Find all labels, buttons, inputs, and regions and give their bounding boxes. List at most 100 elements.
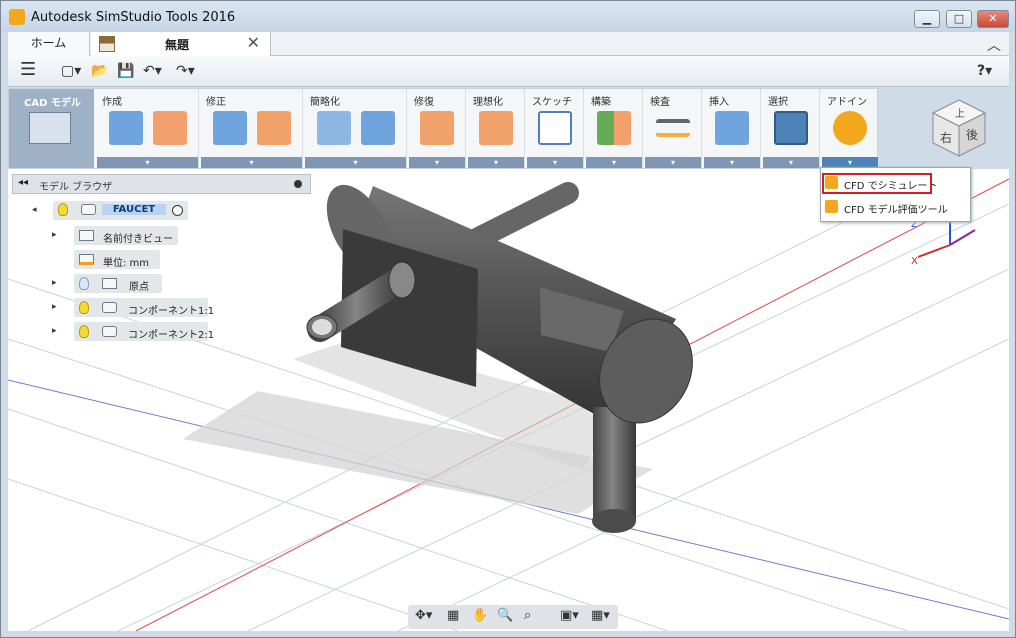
- tree-node-component-2[interactable]: コンポーネント2:1: [74, 322, 214, 341]
- insert-model-icon[interactable]: [715, 111, 749, 145]
- visibility-bulb-icon[interactable]: [79, 277, 89, 290]
- expand-arrow[interactable]: ▸: [52, 230, 57, 240]
- ribbon-section-sketch[interactable]: スケッチ ▾: [527, 89, 584, 168]
- fit-view-button[interactable]: ⌕: [524, 608, 531, 623]
- ribbon-dropdown-arrow[interactable]: ▾: [409, 157, 465, 168]
- browser-title: モデル ブラウザ: [39, 182, 113, 193]
- ribbon-dropdown-arrow[interactable]: ▾: [527, 157, 583, 168]
- ribbon-dropdown-arrow[interactable]: ▾: [645, 157, 701, 168]
- section-label: 修復: [414, 97, 434, 108]
- tree-node-faucet[interactable]: FAUCET: [53, 201, 188, 220]
- maximize-button[interactable]: □: [946, 10, 972, 28]
- undo-button[interactable]: ↶▾: [143, 63, 162, 79]
- quick-access-toolbar: ☰ ▢▾ 📂 💾 ↶▾ ↷▾ ?▾: [8, 56, 1009, 87]
- view-cube-back-label[interactable]: 後: [966, 128, 978, 142]
- remove-feature-icon[interactable]: [317, 111, 351, 145]
- visibility-bulb-icon[interactable]: [79, 325, 89, 338]
- minimize-button[interactable]: ▁: [914, 10, 940, 28]
- ribbon-dropdown-arrow[interactable]: ▾: [201, 157, 302, 168]
- root-expand-arrow[interactable]: ◂: [32, 205, 37, 215]
- expand-arrow[interactable]: ▸: [52, 278, 57, 288]
- x-axis-label: X: [911, 256, 918, 267]
- ribbon-dropdown-arrow[interactable]: ▾: [97, 157, 198, 168]
- ribbon-section-insert[interactable]: 挿入 ▾: [704, 89, 761, 168]
- orbit-button[interactable]: ✥▾: [415, 608, 432, 623]
- view-cube-graphics: 上 右 後: [931, 99, 987, 157]
- browser-pin-icon[interactable]: [294, 180, 302, 188]
- delete-body-icon[interactable]: [361, 111, 395, 145]
- section-label: 構築: [591, 97, 611, 108]
- ribbon-section-construct[interactable]: 構築 ▾: [586, 89, 643, 168]
- ribbon-section-modify[interactable]: 修正 ▾: [201, 89, 303, 168]
- section-label: アドイン: [827, 97, 867, 108]
- open-file-button[interactable]: 📂: [91, 63, 108, 79]
- tab-home[interactable]: ホーム: [8, 32, 90, 56]
- ribbon-section-create[interactable]: 作成 ▾: [97, 89, 199, 168]
- look-at-button[interactable]: ▦: [447, 608, 459, 623]
- app-logo-icon: [9, 9, 25, 25]
- browser-collapse-icon[interactable]: ◂◂: [18, 177, 28, 188]
- ribbon-section-inspect[interactable]: 検査 ▾: [645, 89, 702, 168]
- cad-model-workspace[interactable]: CAD モデル: [9, 89, 94, 168]
- ribbon-dropdown-arrow[interactable]: ▾: [305, 157, 406, 168]
- ribbon-dropdown-arrow[interactable]: ▾: [468, 157, 524, 168]
- ribbon-section-addins[interactable]: アドイン ▾: [822, 89, 878, 168]
- main-menu-button[interactable]: ☰: [20, 59, 36, 80]
- construct-plane-icon[interactable]: [597, 111, 631, 145]
- view-cube[interactable]: 上 右 後: [927, 96, 991, 160]
- document-tab-label: 無題: [165, 38, 190, 52]
- collapse-ribbon-button[interactable]: ︿: [987, 35, 1001, 55]
- save-button[interactable]: 💾: [117, 63, 134, 79]
- ribbon-dropdown-arrow[interactable]: ▾: [763, 157, 819, 168]
- model-browser-header[interactable]: ◂◂ モデル ブラウザ: [12, 174, 311, 194]
- sketch-arc-icon[interactable]: [538, 111, 572, 145]
- close-tab-button[interactable]: ✕: [247, 33, 260, 52]
- box-create-icon[interactable]: [109, 111, 143, 145]
- ribbon-dropdown-arrow[interactable]: ▾: [704, 157, 760, 168]
- ribbon-dropdown-arrow[interactable]: ▾: [586, 157, 642, 168]
- redo-button[interactable]: ↷▾: [176, 63, 195, 79]
- tree-node-label: コンポーネント1:1: [128, 306, 215, 317]
- visibility-bulb-icon[interactable]: [58, 203, 68, 216]
- measure-ruler-icon[interactable]: [656, 119, 690, 137]
- split-body-icon[interactable]: [257, 111, 291, 145]
- extrude-shape-icon[interactable]: [153, 111, 187, 145]
- tree-node-units[interactable]: 単位: mm: [74, 250, 160, 269]
- view-cube-top-label[interactable]: 上: [955, 108, 965, 120]
- tab-document[interactable]: 無題 ✕: [91, 32, 271, 56]
- tree-node-label: 原点: [129, 282, 149, 293]
- visibility-bulb-icon[interactable]: [79, 301, 89, 314]
- view-cube-right-label[interactable]: 右: [940, 130, 952, 145]
- close-window-button[interactable]: ✕: [977, 10, 1009, 28]
- tree-node-named-views[interactable]: 名前付きビュー: [74, 226, 178, 245]
- section-label: 修正: [206, 97, 226, 108]
- tree-node-label: 名前付きビュー: [103, 234, 173, 245]
- title-bar: Autodesk SimStudio Tools 2016 ▁ □ ✕: [1, 1, 1015, 32]
- expand-arrow[interactable]: ▸: [52, 326, 57, 336]
- expand-arrow[interactable]: ▸: [52, 302, 57, 312]
- ribbon-section-select[interactable]: 選択 ▾: [763, 89, 820, 168]
- press-pull-icon[interactable]: [213, 111, 247, 145]
- document-icon: [99, 36, 115, 52]
- root-component-label: FAUCET: [102, 204, 166, 215]
- cfd-addin-icon[interactable]: [833, 111, 867, 145]
- display-settings-button[interactable]: ▣▾: [560, 608, 579, 623]
- 3d-viewport[interactable]: X Z ◂◂ モデル ブラウザ ◂ FAUCET ▸ 名前付きビュー 単位: m…: [8, 169, 1009, 631]
- section-label: 選択: [768, 97, 788, 108]
- active-component-icon[interactable]: [172, 205, 183, 216]
- ribbon-section-idealize[interactable]: 理想化 ▾: [468, 89, 525, 168]
- pan-button[interactable]: ✋: [472, 608, 488, 623]
- select-cursor-icon[interactable]: [774, 111, 808, 145]
- new-file-button[interactable]: ▢▾: [61, 63, 81, 79]
- ribbon-section-simplify[interactable]: 簡略化 ▾: [305, 89, 407, 168]
- ribbon-section-repair[interactable]: 修復 ▾: [409, 89, 466, 168]
- menu-item-cfd-model-assessment[interactable]: CFD モデル評価ツール: [821, 195, 971, 219]
- help-button[interactable]: ?▾: [977, 63, 992, 79]
- menu-item-cfd-simulate[interactable]: CFD でシミュレート: [821, 171, 971, 195]
- repair-icon[interactable]: [420, 111, 454, 145]
- idealize-surface-icon[interactable]: [479, 111, 513, 145]
- zoom-button[interactable]: 🔍: [497, 608, 513, 623]
- tree-node-origin[interactable]: 原点: [74, 274, 162, 293]
- tree-node-component-1[interactable]: コンポーネント1:1: [74, 298, 214, 317]
- grid-settings-button[interactable]: ▦▾: [591, 608, 610, 623]
